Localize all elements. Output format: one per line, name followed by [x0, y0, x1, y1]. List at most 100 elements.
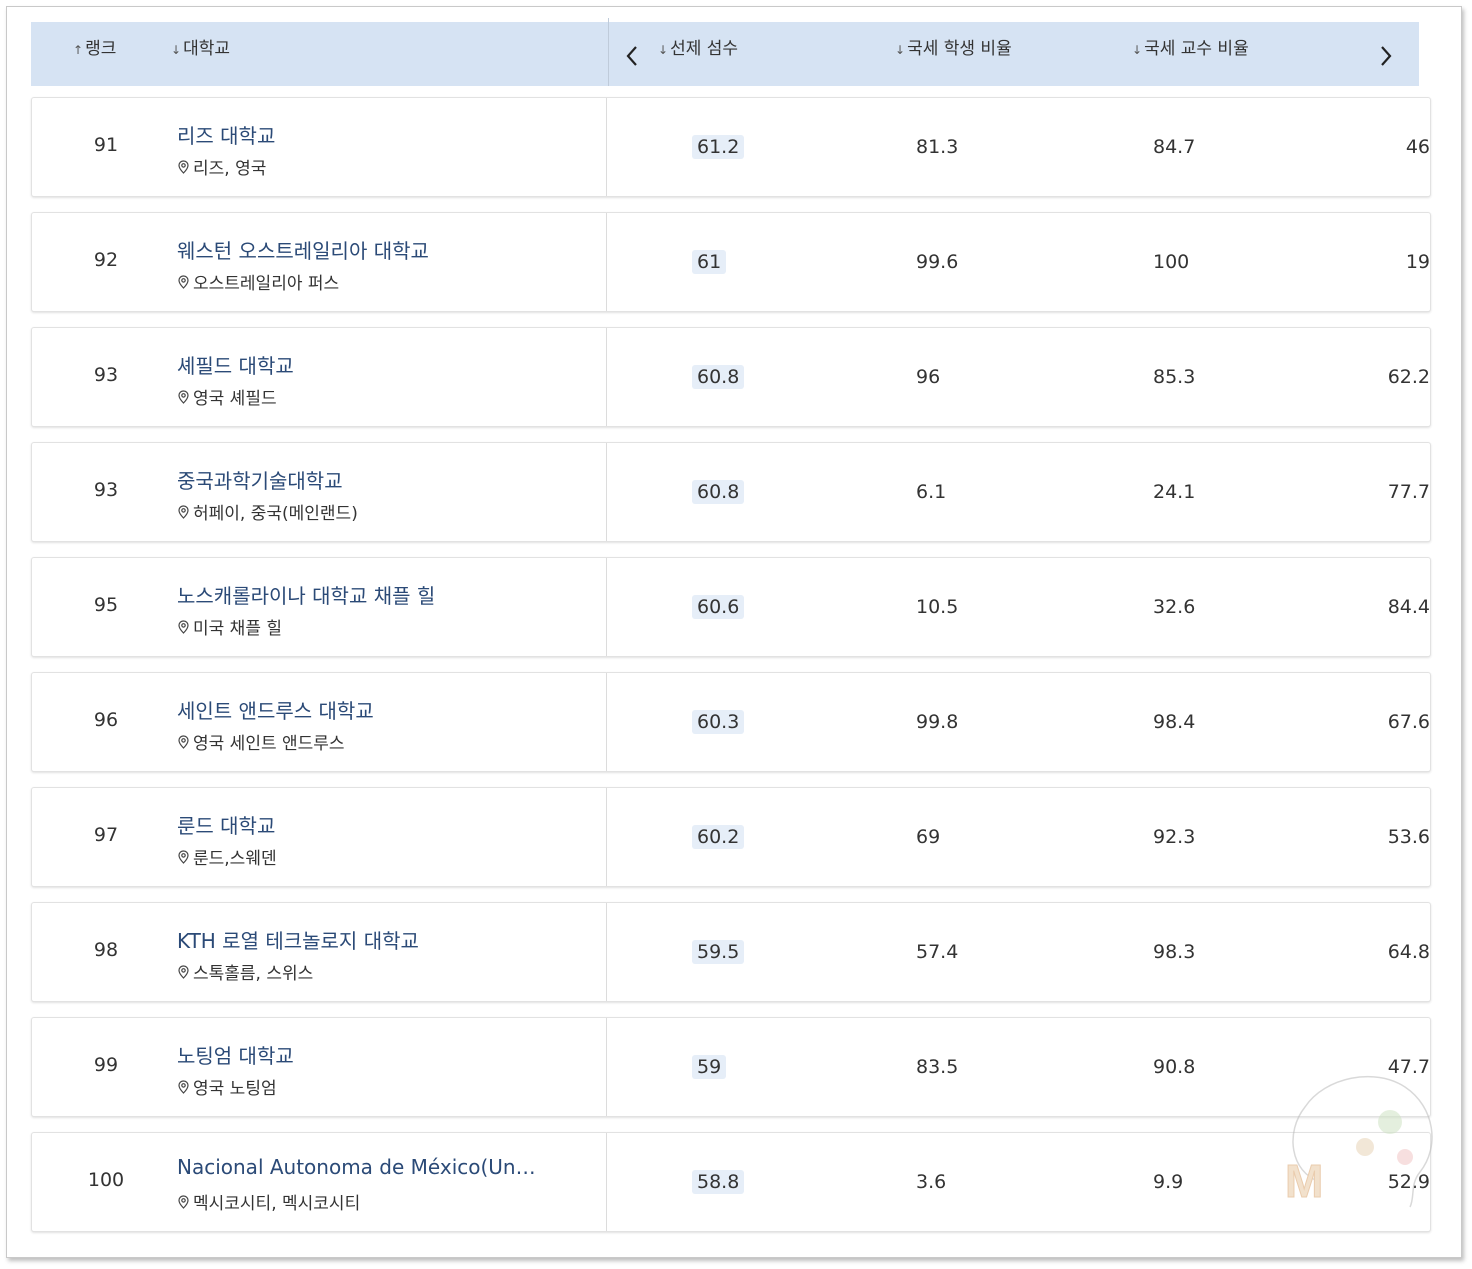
- next-metric-cell: 47.7: [1387, 1056, 1430, 1078]
- intl-student-ratio-cell: 10.5: [916, 596, 959, 618]
- university-name-link[interactable]: 노스캐롤라이나 대학교 채플 힐: [177, 580, 435, 609]
- intl-student-ratio-cell: 57.4: [916, 941, 959, 963]
- table-row[interactable]: 99 노팅엄 대학교 영국 노팅엄 59 83.5 90.8 47.7: [31, 1017, 1431, 1117]
- scroll-left-button[interactable]: [621, 42, 643, 70]
- intl-faculty-ratio-cell: 90.8: [1153, 1056, 1196, 1078]
- location-pin-icon: [178, 274, 189, 289]
- table-row[interactable]: 98 KTH 로열 테크놀로지 대학교 스톡홀름, 스위스 59.5 57.4 …: [31, 902, 1431, 1002]
- rank-cell: 95: [93, 594, 119, 616]
- column-divider: [606, 558, 607, 656]
- col-intl-student-label: 국세 학생 비율: [907, 39, 1012, 59]
- location-text: 허페이, 중국(메인랜드): [193, 504, 358, 524]
- column-divider: [606, 903, 607, 1001]
- col-university-label: 대학교: [183, 39, 230, 59]
- location-pin-icon: [178, 849, 189, 864]
- location-pin-icon: [178, 1079, 189, 1094]
- rank-cell: 91: [93, 134, 119, 156]
- col-rank-header[interactable]: ↑ 랭크: [73, 34, 116, 59]
- col-overall-score-header[interactable]: ↓ 선제 섬수: [658, 34, 738, 59]
- col-rank-label: 랭크: [85, 39, 117, 59]
- overall-score-cell: 60.8: [692, 365, 745, 389]
- university-name-link[interactable]: Nacional Autonoma de México(Univers…: [177, 1155, 537, 1179]
- location-text: 스톡홀름, 스위스: [193, 964, 314, 984]
- table-row[interactable]: 97 룬드 대학교 룬드,스웨덴 60.2 69 92.3 53.6: [31, 787, 1431, 887]
- university-name-link[interactable]: 중국과학기술대학교: [177, 465, 343, 494]
- rank-cell: 97: [93, 824, 119, 846]
- sort-up-icon: ↑: [73, 43, 84, 57]
- table-row[interactable]: 95 노스캐롤라이나 대학교 채플 힐 미국 채플 힐 60.6 10.5 32…: [31, 557, 1431, 657]
- table-row[interactable]: 92 웨스턴 오스트레일리아 대학교 오스트레일리아 퍼스 61 99.6 10…: [31, 212, 1431, 312]
- location-text: 영국 세인트 앤드루스: [193, 734, 345, 754]
- university-name-link[interactable]: 셰필드 대학교: [177, 350, 294, 379]
- overall-score-cell: 58.8: [692, 1170, 745, 1194]
- intl-student-ratio-cell: 96: [916, 366, 941, 388]
- column-divider: [606, 213, 607, 311]
- intl-faculty-ratio-cell: 98.4: [1153, 711, 1196, 733]
- col-intl-faculty-label: 국세 교수 비율: [1144, 39, 1249, 59]
- university-name-link[interactable]: 리즈 대학교: [177, 120, 275, 149]
- scroll-right-button[interactable]: [1375, 42, 1397, 70]
- university-location: 스톡홀름, 스위스: [177, 959, 313, 984]
- chevron-left-icon: [626, 46, 637, 66]
- rank-cell: 93: [93, 479, 119, 501]
- rank-cell: 92: [93, 249, 119, 271]
- location-pin-icon: [178, 1194, 189, 1209]
- university-location: 허페이, 중국(메인랜드): [177, 499, 358, 524]
- location-text: 미국 채플 힐: [193, 619, 283, 639]
- university-name-link[interactable]: 룬드 대학교: [177, 810, 275, 839]
- intl-student-ratio-cell: 83.5: [916, 1056, 959, 1078]
- location-pin-icon: [178, 619, 189, 634]
- university-name-link[interactable]: 웨스턴 오스트레일리아 대학교: [177, 235, 429, 264]
- chevron-right-icon: [1381, 46, 1392, 66]
- overall-score-cell: 60.2: [692, 825, 745, 849]
- table-row[interactable]: 93 셰필드 대학교 영국 셰필드 60.8 96 85.3 62.2: [31, 327, 1431, 427]
- sort-down-icon: ↓: [171, 43, 182, 57]
- intl-faculty-ratio-cell: 100: [1153, 251, 1190, 273]
- university-location: 리즈, 영국: [177, 154, 266, 179]
- next-metric-cell: 62.2: [1387, 366, 1430, 388]
- column-divider: [606, 788, 607, 886]
- sort-down-icon: ↓: [658, 43, 669, 57]
- overall-score-cell: 59.5: [692, 940, 745, 964]
- intl-student-ratio-cell: 99.6: [916, 251, 959, 273]
- location-text: 영국 노팅엄: [193, 1079, 277, 1099]
- col-university-header[interactable]: ↓ 대학교: [171, 34, 230, 59]
- university-location: 멕시코시티, 멕시코시티: [177, 1189, 360, 1214]
- column-divider: [606, 1133, 607, 1231]
- next-metric-cell: 64.8: [1387, 941, 1430, 963]
- next-metric-cell: 67.6: [1387, 711, 1430, 733]
- university-name-link[interactable]: 노팅엄 대학교: [177, 1040, 294, 1069]
- rank-cell: 100: [87, 1169, 125, 1191]
- location-text: 영국 셰필드: [193, 389, 277, 409]
- university-location: 오스트레일리아 퍼스: [177, 269, 339, 294]
- university-name-link[interactable]: KTH 로열 테크놀로지 대학교: [177, 925, 419, 954]
- location-text: 룬드,스웨덴: [193, 849, 277, 869]
- location-pin-icon: [178, 734, 189, 749]
- table-row[interactable]: 96 세인트 앤드루스 대학교 영국 세인트 앤드루스 60.3 99.8 98…: [31, 672, 1431, 772]
- column-divider: [606, 673, 607, 771]
- next-metric-cell: 46: [1405, 136, 1430, 158]
- intl-student-ratio-cell: 3.6: [916, 1171, 947, 1193]
- column-divider: [606, 98, 607, 196]
- intl-faculty-ratio-cell: 32.6: [1153, 596, 1196, 618]
- column-divider: [606, 328, 607, 426]
- sort-down-icon: ↓: [895, 43, 906, 57]
- university-name-link[interactable]: 세인트 앤드루스 대학교: [177, 695, 374, 724]
- location-text: 오스트레일리아 퍼스: [193, 274, 340, 294]
- column-divider: [606, 443, 607, 541]
- intl-student-ratio-cell: 69: [916, 826, 941, 848]
- location-pin-icon: [178, 159, 189, 174]
- table-row[interactable]: 91 리즈 대학교 리즈, 영국 61.2 81.3 84.7 46: [31, 97, 1431, 197]
- rank-cell: 99: [93, 1054, 119, 1076]
- col-intl-student-header[interactable]: ↓ 국세 학생 비율: [895, 34, 1012, 59]
- university-location: 미국 채플 힐: [177, 614, 282, 639]
- university-location: 룬드,스웨덴: [177, 844, 277, 869]
- overall-score-cell: 61: [692, 250, 727, 274]
- col-intl-faculty-header[interactable]: ↓ 국세 교수 비율: [1132, 34, 1249, 59]
- rank-cell: 96: [93, 709, 119, 731]
- location-pin-icon: [178, 389, 189, 404]
- overall-score-cell: 61.2: [692, 135, 745, 159]
- table-row[interactable]: 93 중국과학기술대학교 허페이, 중국(메인랜드) 60.8 6.1 24.1…: [31, 442, 1431, 542]
- table-row[interactable]: 100 Nacional Autonoma de México(Univers……: [31, 1132, 1431, 1232]
- overall-score-cell: 60.3: [692, 710, 745, 734]
